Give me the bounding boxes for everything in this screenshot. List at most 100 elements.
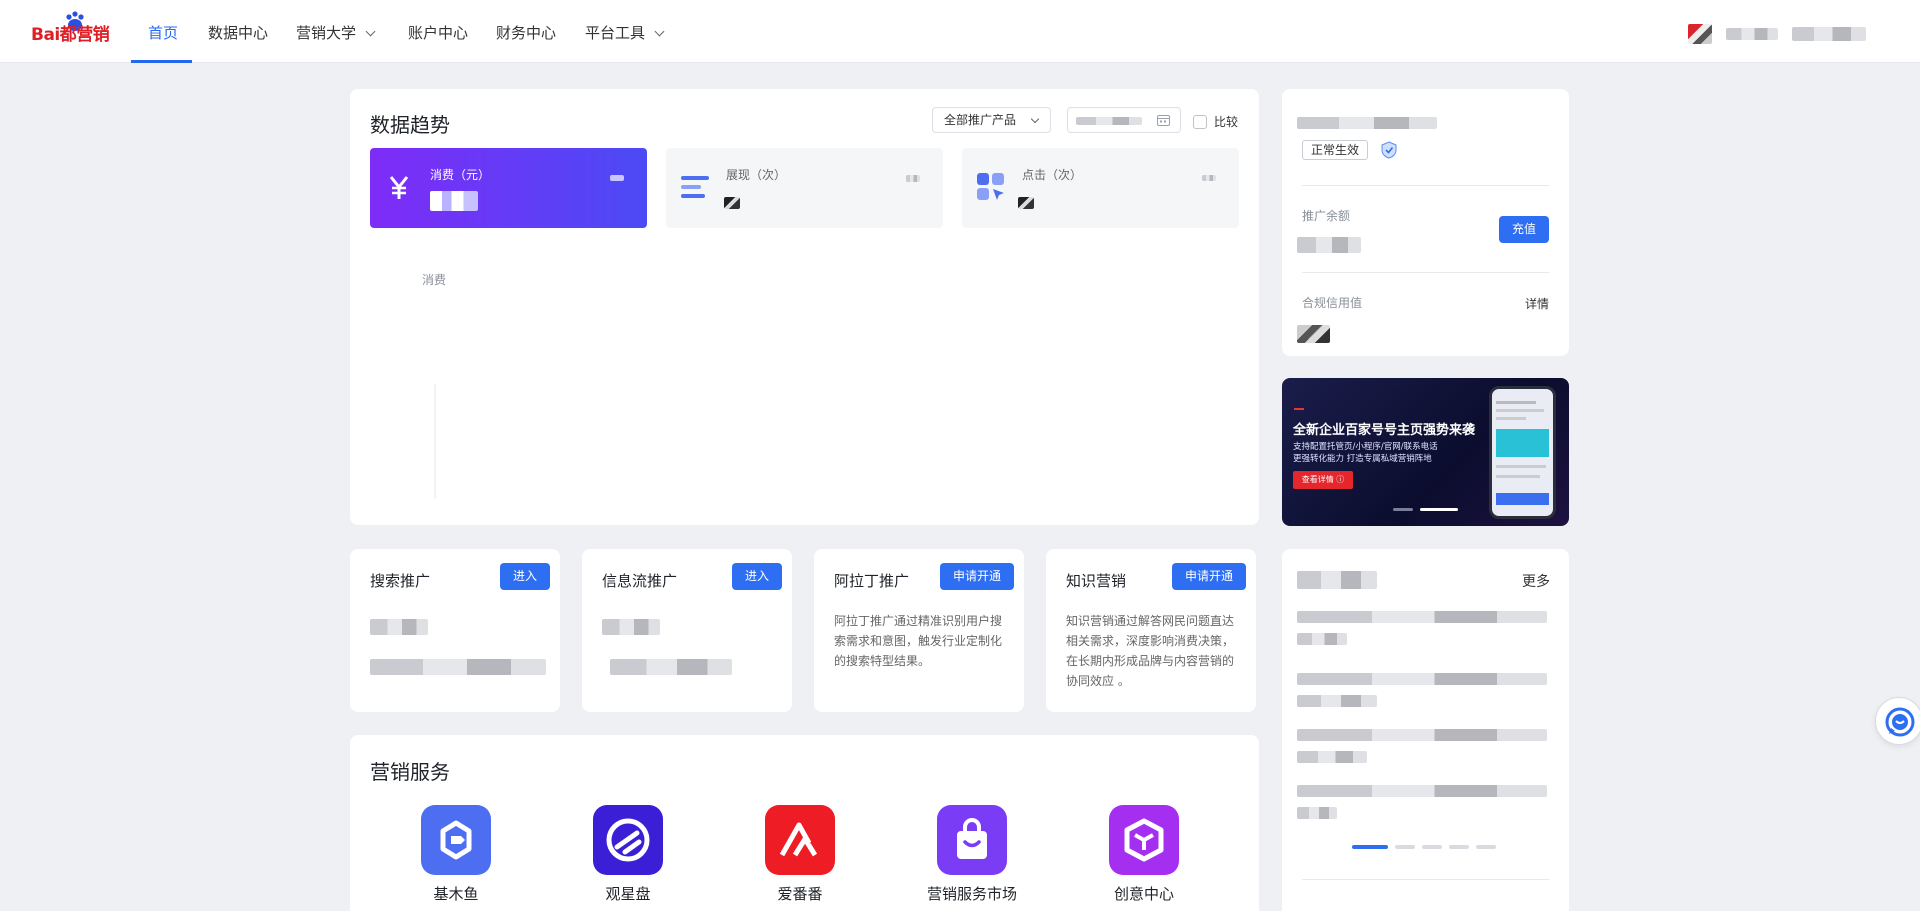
- service-label: 营销服务市场: [926, 885, 1017, 903]
- product-select[interactable]: 全部推广产品: [932, 107, 1051, 133]
- divider: [1302, 185, 1549, 186]
- carousel-dot-active[interactable]: [1420, 508, 1458, 511]
- product-description: 知识营销通过解答网民问题直达相关需求，深度影响消费决策，在长期内形成品牌与内容营…: [1066, 614, 1235, 688]
- nav-account-center[interactable]: 账户中心: [408, 0, 468, 63]
- nav-finance-center[interactable]: 财务中心: [496, 0, 556, 63]
- logo-text: Bai都营销: [31, 25, 110, 45]
- compare-label: 比较: [1214, 115, 1239, 129]
- service-label: 创意中心: [1113, 885, 1174, 903]
- service-creative-center[interactable]: 创意中心: [1084, 805, 1204, 903]
- account-id-redacted: [1792, 27, 1866, 41]
- metric-tab-spend[interactable]: 消费（元）: [370, 148, 647, 228]
- news-item-redacted: [1297, 807, 1337, 819]
- service-jimuyu[interactable]: 基木鱼: [396, 805, 516, 903]
- service-label: 观星盘: [605, 885, 651, 903]
- phone-mockup: [1489, 386, 1556, 519]
- metric-tab-impressions[interactable]: 展现（次）: [666, 148, 943, 228]
- top-navbar: Bai都营销 首页 数据中心 营销大学 账户中心 财务中心 平台工具: [0, 0, 1920, 63]
- service-aifanfan[interactable]: 爱番番: [740, 805, 860, 903]
- redacted-value: [370, 659, 546, 675]
- news-item-redacted[interactable]: [1297, 673, 1547, 685]
- more-link[interactable]: 更多: [1522, 571, 1550, 591]
- active-tab-indicator: [131, 60, 192, 63]
- news-item-redacted: [1297, 695, 1377, 707]
- credit-label: 合规信用值: [1302, 296, 1363, 310]
- banner-line-1: 支持配置托管页/小程序/官网/联系电话: [1293, 442, 1438, 452]
- chat-support-icon: [1885, 707, 1915, 737]
- calendar-icon: [1157, 115, 1170, 126]
- nav-home[interactable]: 首页: [148, 0, 178, 63]
- pager-dot[interactable]: [1395, 845, 1415, 849]
- product-card-feed: 信息流推广 进入: [582, 549, 792, 712]
- trend-chart: 00:0002:0004:0006:0008:0010:0012:0014:00…: [434, 384, 436, 499]
- pager-dot[interactable]: [1476, 845, 1496, 849]
- baidu-marketing-logo[interactable]: Bai都营销: [31, 11, 119, 45]
- divider: [1302, 879, 1549, 880]
- product-title: 阿拉丁推广: [834, 572, 910, 590]
- balance-value-redacted: [1297, 237, 1361, 253]
- product-title: 知识营销: [1066, 572, 1127, 590]
- product-card-knowledge: 知识营销 申请开通 知识营销通过解答网民问题直达相关需求，深度影响消费决策，在长…: [1046, 549, 1256, 712]
- news-card: 更多: [1282, 549, 1569, 911]
- pager-dot[interactable]: [1449, 845, 1469, 849]
- shopping-bag-icon: [937, 805, 1007, 875]
- enter-button[interactable]: 进入: [500, 563, 550, 590]
- compare-checkbox[interactable]: [1193, 115, 1207, 129]
- product-card-aladdin: 阿拉丁推广 申请开通 阿拉丁推广通过精准识别用户搜索需求和意图，触发行业定制化的…: [814, 549, 1024, 712]
- redacted-value: [610, 175, 624, 181]
- carousel-dot[interactable]: [1393, 508, 1413, 511]
- redacted-value: [724, 197, 740, 209]
- news-item-redacted[interactable]: [1297, 729, 1547, 741]
- credit-detail-link[interactable]: 详情: [1525, 295, 1549, 312]
- product-title: 信息流推广: [602, 572, 678, 590]
- service-label: 基木鱼: [433, 885, 479, 903]
- user-menu[interactable]: [1688, 23, 1866, 45]
- date-picker[interactable]: [1067, 107, 1181, 133]
- bars-icon: [681, 176, 709, 198]
- news-item-redacted: [1297, 633, 1347, 645]
- metric-label: 展现（次）: [726, 168, 787, 182]
- status-badge: 正常生效: [1302, 140, 1369, 160]
- news-item-redacted: [1297, 751, 1367, 763]
- verified-shield-icon: [1381, 141, 1397, 159]
- banner-cta-button[interactable]: 查看详情 ⓘ: [1293, 471, 1353, 489]
- redacted-value: [370, 619, 428, 635]
- service-guanxingpan[interactable]: 观星盘: [568, 805, 688, 903]
- apply-button[interactable]: 申请开通: [1172, 563, 1246, 590]
- banner-line-2: 更强转化能力 打造专属私域营销阵地: [1293, 454, 1432, 464]
- accent-bar: [1294, 408, 1304, 410]
- redacted-value: [1202, 175, 1216, 181]
- username-redacted: [1726, 28, 1778, 40]
- metric-label: 点击（次）: [1022, 168, 1083, 182]
- date-range-redacted: [1076, 117, 1142, 125]
- service-market[interactable]: 营销服务市场: [912, 805, 1032, 903]
- redacted-value: [602, 619, 660, 635]
- redacted-value: [906, 175, 920, 182]
- click-icon: [977, 173, 1004, 200]
- customer-service-button[interactable]: [1875, 697, 1920, 745]
- nav-data-center[interactable]: 数据中心: [208, 0, 268, 63]
- news-title-redacted: [1297, 571, 1377, 589]
- jimuyu-icon: [421, 805, 491, 875]
- chevron-down-icon: [1030, 114, 1040, 124]
- nav-marketing-university[interactable]: 营销大学: [296, 0, 376, 63]
- aifanfan-icon: [765, 805, 835, 875]
- cube-icon: [1109, 805, 1179, 875]
- section-title: 营销服务: [370, 760, 450, 784]
- recharge-button[interactable]: 充值: [1499, 216, 1549, 243]
- chevron-down-icon: [654, 26, 665, 37]
- promo-banner[interactable]: 全新企业百家号号主页强势来袭 支持配置托管页/小程序/官网/联系电话 更强转化能…: [1282, 378, 1569, 526]
- avatar[interactable]: [1688, 24, 1712, 44]
- redacted-value: [610, 659, 732, 675]
- pager-dot[interactable]: [1422, 845, 1442, 849]
- enter-button[interactable]: 进入: [732, 563, 782, 590]
- nav-platform-tools[interactable]: 平台工具: [585, 0, 665, 63]
- news-item-redacted[interactable]: [1297, 611, 1547, 623]
- balance-label: 推广余额: [1302, 209, 1351, 223]
- apply-button[interactable]: 申请开通: [940, 563, 1014, 590]
- pager-dot-active[interactable]: [1352, 845, 1388, 849]
- news-item-redacted[interactable]: [1297, 785, 1547, 797]
- redacted-value: [1018, 197, 1034, 209]
- service-label: 爱番番: [777, 885, 823, 903]
- metric-tab-clicks[interactable]: 点击（次）: [962, 148, 1239, 228]
